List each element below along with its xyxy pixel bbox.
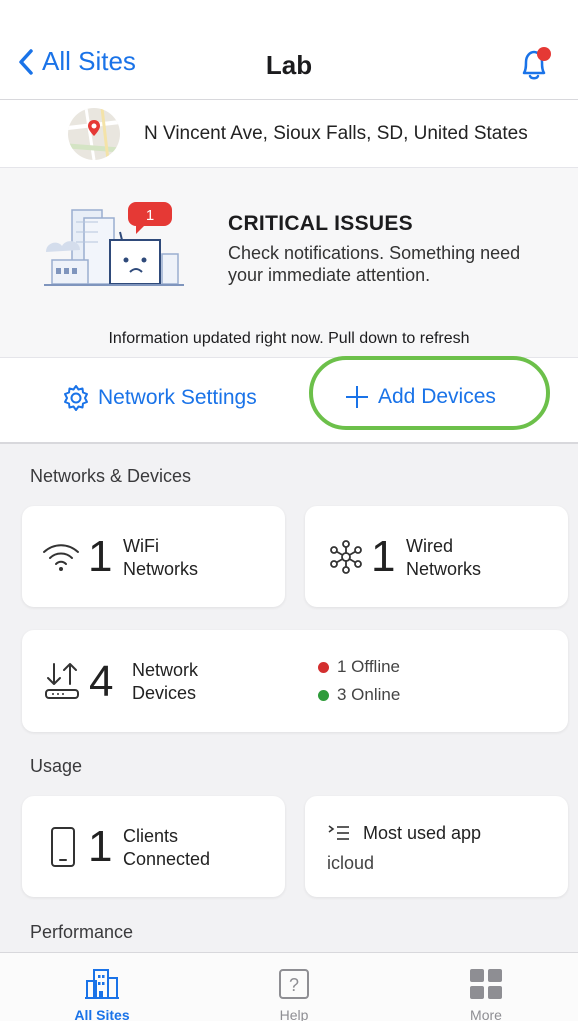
refresh-info: Information updated right now. Pull down…	[0, 320, 578, 358]
notifications-button[interactable]	[514, 44, 554, 89]
most-used-app-value: icloud	[327, 853, 375, 873]
performance-section-title: Performance	[30, 922, 134, 942]
usage-section-title: Usage	[30, 756, 83, 776]
devices-label-line1: Network	[132, 660, 199, 680]
network-device-icon	[45, 663, 79, 699]
phone-icon	[51, 827, 75, 867]
online-dot-icon	[318, 689, 329, 701]
wifi-networks-card[interactable]: 1 WiFi Networks	[22, 506, 285, 607]
critical-issues-message: Check notifications. Something need your…	[228, 243, 521, 285]
wired-count: 1	[371, 532, 396, 581]
offline-status: 1 Offline	[318, 657, 400, 677]
network-settings-label: Network Settings	[98, 386, 257, 409]
network-devices-card[interactable]: 4 Network Devices 1 Offline 3 Online	[22, 630, 568, 732]
most-used-app-card[interactable]: Most used app icloud	[305, 796, 568, 897]
devices-count: 4	[89, 657, 114, 706]
app-list-icon	[328, 825, 349, 840]
devices-label-line2: Devices	[132, 683, 197, 703]
critical-issue-illustration-icon: 1	[44, 202, 184, 286]
grid-icon	[470, 969, 502, 999]
critical-issues-banner[interactable]: 1 CRITICAL ISSUES Check notifications. S…	[0, 168, 578, 320]
wifi-label-line2: Networks	[123, 559, 199, 579]
map-thumbnail	[68, 107, 120, 160]
page-title: Lab	[265, 50, 313, 80]
dashboard-content: Networks & Devices 1 WiFi Networks 1 Wir…	[0, 444, 578, 952]
tab-more-label: More	[470, 1007, 502, 1021]
wired-label-line2: Networks	[406, 559, 482, 579]
wired-label-line1: Wired	[406, 536, 454, 556]
gear-icon	[64, 385, 88, 411]
tab-help-label: Help	[279, 1007, 309, 1021]
bottom-tab-bar: All Sites ? Help More	[0, 952, 578, 1021]
wired-network-hub-icon	[330, 540, 362, 574]
top-nav-bar: All Sites Lab	[0, 0, 578, 100]
online-count-label: 3 Online	[337, 685, 401, 704]
tab-all-sites[interactable]: All Sites	[57, 967, 147, 1021]
add-devices-highlight-ring	[309, 356, 550, 430]
wifi-label-line1: WiFi	[123, 536, 159, 556]
svg-text:?: ?	[289, 975, 299, 995]
wifi-count: 1	[88, 532, 113, 581]
clients-label-line1: Clients	[123, 826, 179, 846]
clients-count: 1	[88, 822, 113, 871]
site-address: N Vincent Ave, Sioux Falls, SD, United S…	[144, 122, 528, 144]
tab-help[interactable]: ? Help	[249, 967, 339, 1021]
networks-section-title: Networks & Devices	[30, 466, 192, 486]
critical-issues-title: CRITICAL ISSUES	[228, 212, 413, 235]
bell-alert-icon	[522, 47, 551, 80]
most-used-app-title: Most used app	[363, 823, 482, 843]
wired-networks-card[interactable]: 1 Wired Networks	[305, 506, 568, 607]
clients-card[interactable]: 1 Clients Connected	[22, 796, 285, 897]
tab-more[interactable]: More	[441, 967, 531, 1021]
wifi-icon	[43, 544, 79, 571]
offline-count-label: 1 Offline	[337, 657, 401, 676]
online-status: 3 Online	[318, 685, 400, 705]
tab-all-sites-label: All Sites	[74, 1007, 130, 1021]
site-location-row[interactable]: N Vincent Ave, Sioux Falls, SD, United S…	[0, 100, 578, 168]
offline-dot-icon	[318, 661, 329, 673]
issue-count-badge: 1	[146, 207, 154, 224]
buildings-icon	[85, 969, 119, 999]
clients-label-line2: Connected	[123, 849, 211, 869]
network-settings-button[interactable]: Network Settings	[62, 384, 257, 412]
help-icon: ?	[279, 969, 309, 999]
